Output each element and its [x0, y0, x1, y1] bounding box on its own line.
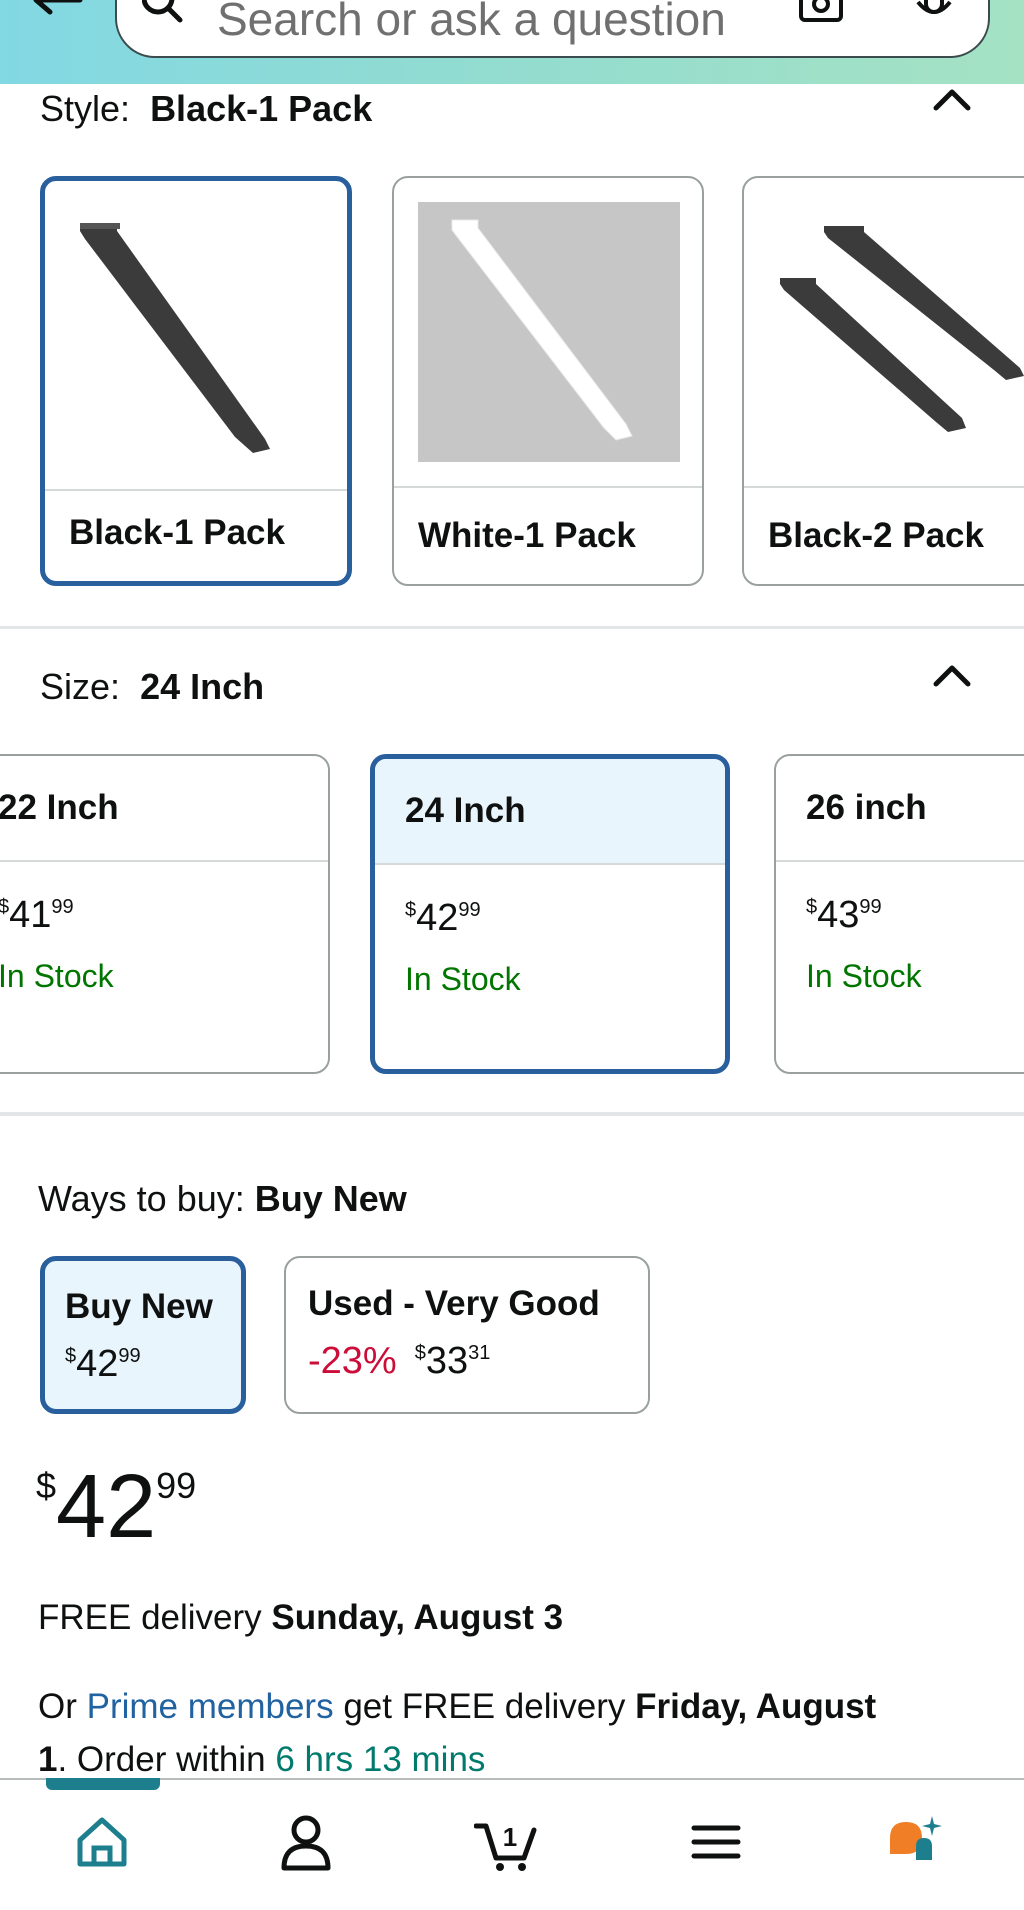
size-option-22-inch[interactable]: 22 Inch $4199 In Stock	[0, 754, 330, 1074]
buy-new-option[interactable]: Buy New $4299	[40, 1256, 246, 1414]
ways-to-buy-selected-value: Buy New	[254, 1178, 407, 1219]
style-option-white-1-pack[interactable]: White-1 Pack	[392, 176, 704, 586]
white-shelf-bracket-image	[418, 202, 680, 462]
prime-delivery-info: Or Prime members get FREE delivery Frida…	[38, 1687, 877, 1779]
microphone-icon[interactable]	[912, 0, 956, 26]
home-icon[interactable]	[72, 1812, 132, 1872]
style-option-label: White-1 Pack	[418, 516, 636, 555]
cart-count: 1	[503, 1822, 517, 1852]
stock-status: In Stock	[806, 958, 922, 994]
product-thumbnail	[744, 178, 1024, 488]
size-option-price: $4299	[405, 897, 481, 939]
search-bar[interactable]: Search or ask a question	[115, 0, 990, 58]
style-selected-value: Black-1 Pack	[150, 88, 373, 129]
prime-members-link[interactable]: Prime members	[87, 1687, 334, 1726]
style-option-black-2-pack[interactable]: Black-2 Pack	[742, 176, 1024, 586]
account-icon[interactable]	[276, 1812, 336, 1872]
style-option-black-1-pack[interactable]: Black-1 Pack	[40, 176, 352, 586]
ai-assistant-icon[interactable]	[886, 1812, 946, 1872]
delivery-date: Sunday, August 3	[271, 1598, 564, 1637]
section-divider	[0, 626, 1024, 629]
size-option-name: 22 Inch	[0, 756, 328, 862]
search-icon	[142, 0, 183, 23]
collapse-size-chevron-icon[interactable]	[932, 664, 972, 688]
buy-option-price: -23% $3331	[308, 1340, 491, 1382]
cart-icon[interactable]: 1	[474, 1812, 544, 1872]
size-selected-value: 24 Inch	[140, 666, 265, 707]
discount-badge: -23%	[308, 1340, 397, 1382]
used-very-good-option[interactable]: Used - Very Good -23% $3331	[284, 1256, 650, 1414]
product-thumbnail	[45, 181, 347, 491]
prime-delivery-date: Friday, August	[635, 1687, 877, 1726]
stock-status: In Stock	[405, 961, 521, 997]
size-label: Size:	[40, 666, 121, 707]
size-option-price: $4399	[806, 894, 882, 936]
back-arrow-icon[interactable]	[28, 0, 88, 24]
black-shelf-brackets-pair-image	[780, 226, 1024, 432]
buy-option-title: Buy New	[65, 1287, 213, 1326]
black-shelf-bracket-image	[80, 223, 270, 453]
size-heading: Size: 24 Inch	[40, 666, 264, 708]
size-option-price: $4199	[0, 894, 74, 936]
collapse-style-chevron-icon[interactable]	[932, 88, 972, 112]
product-thumbnail	[394, 178, 702, 488]
size-option-24-inch[interactable]: 24 Inch $4299 In Stock	[370, 754, 730, 1074]
delivery-info: FREE delivery Sunday, August 3	[38, 1598, 564, 1637]
buy-option-title: Used - Very Good	[308, 1284, 600, 1323]
size-option-name: 26 inch	[776, 756, 1024, 862]
stock-status: In Stock	[0, 958, 114, 994]
search-input[interactable]: Search or ask a question	[217, 0, 726, 46]
style-label: Style:	[40, 88, 131, 129]
size-option-name: 24 Inch	[375, 759, 725, 865]
style-heading: Style: Black-1 Pack	[40, 88, 372, 130]
camera-icon[interactable]	[797, 0, 847, 24]
active-tab-indicator	[46, 1778, 160, 1790]
main-price: $4299	[36, 1457, 197, 1557]
top-header: Search or ask a question	[0, 0, 1024, 84]
style-option-label: Black-1 Pack	[69, 513, 285, 552]
style-option-label: Black-2 Pack	[768, 516, 984, 555]
size-option-26-inch[interactable]: 26 inch $4399 In Stock	[774, 754, 1024, 1074]
menu-icon[interactable]	[686, 1812, 746, 1872]
order-countdown: 6 hrs 13 mins	[275, 1740, 486, 1779]
section-divider	[0, 1112, 1024, 1116]
ways-to-buy-heading: Ways to buy: Buy New	[38, 1178, 407, 1220]
buy-option-price: $4299	[65, 1343, 141, 1385]
ways-to-buy-label: Ways to buy:	[38, 1178, 245, 1219]
